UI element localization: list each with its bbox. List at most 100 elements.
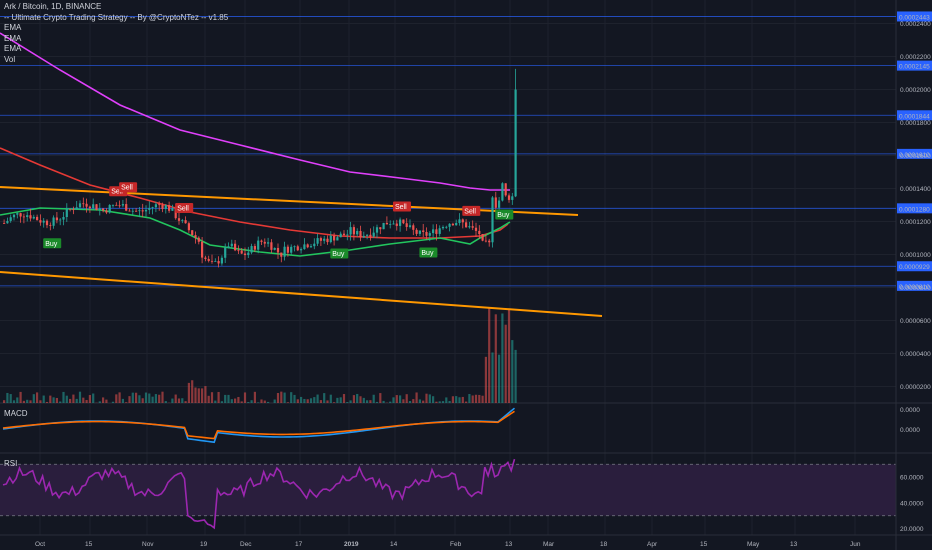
symbol-title[interactable]: Ark / Bitcoin, 1D, BINANCE: [4, 2, 228, 13]
candle-body: [32, 216, 35, 219]
candle-body: [342, 233, 346, 236]
volume-bar: [171, 398, 174, 403]
candle-body: [267, 242, 270, 244]
chart-canvas[interactable]: 0.00024430.00021450.00018440.00016100.00…: [0, 0, 932, 550]
macd-pane-title[interactable]: MACD: [4, 409, 28, 418]
price-tick-label: 0.0002200: [900, 54, 931, 61]
candle-body: [356, 230, 359, 235]
rsi-pane-title[interactable]: RSI: [4, 459, 17, 468]
volume-bar: [65, 395, 68, 403]
volume-bar: [39, 400, 42, 403]
candle-body: [491, 197, 494, 243]
volume-bar: [455, 396, 458, 403]
price-tick-label: 0.0001200: [900, 219, 931, 226]
strategy-label[interactable]: -- Ultimate Crypto Trading Strategy -- B…: [4, 13, 228, 24]
volume-bar: [243, 392, 247, 403]
volume-bar: [184, 401, 187, 403]
volume-bar: [290, 392, 293, 403]
price-tick-label: 0.0001400: [900, 186, 931, 193]
signal-label: Buy: [497, 212, 510, 219]
volume-bar: [280, 391, 283, 403]
candle-body: [125, 204, 128, 211]
candle-body: [425, 231, 428, 236]
volume-bar: [458, 397, 461, 403]
volume-bar: [161, 391, 164, 403]
candle-body: [138, 210, 141, 212]
candle-body: [405, 223, 408, 227]
candle-body: [62, 217, 65, 220]
candle-body: [379, 227, 382, 230]
volume-bar: [128, 396, 131, 403]
candle-body: [468, 226, 471, 228]
candle-body: [230, 243, 233, 247]
volume-bar: [42, 395, 45, 403]
volume-bar: [131, 392, 134, 403]
sell-signal: Sell: [119, 182, 138, 193]
candle-body: [283, 246, 286, 257]
candle-body: [392, 223, 395, 225]
candle-body: [105, 210, 108, 213]
volume-bar: [336, 397, 339, 403]
indicator-ema-2[interactable]: EMA: [4, 34, 228, 45]
candle-body: [72, 209, 75, 211]
x-tick-label: 15: [700, 541, 708, 548]
candle-body: [65, 208, 68, 218]
volume-bar: [300, 396, 303, 403]
volume-bar: [22, 400, 25, 403]
level-label: 0.0000929: [899, 264, 930, 271]
candle-body: [382, 222, 385, 230]
candle-body: [412, 225, 415, 230]
x-tick-label: May: [747, 541, 760, 548]
volume-bar: [286, 402, 289, 403]
volume-bar: [425, 393, 428, 403]
candle-body: [164, 205, 167, 210]
candle-body: [366, 234, 369, 236]
candle-body: [115, 204, 118, 206]
volume-bar: [148, 393, 151, 403]
indicator-ema-1[interactable]: EMA: [4, 23, 228, 34]
volume-bar: [349, 400, 352, 403]
x-tick-label: 13: [790, 541, 798, 548]
candle-body: [306, 244, 309, 248]
volume-bar: [55, 397, 58, 403]
volume-bar: [69, 398, 72, 403]
volume-bar: [141, 398, 144, 403]
volume-bar: [498, 354, 501, 403]
x-tick-label: Mar: [543, 541, 555, 548]
volume-bar: [210, 392, 214, 403]
volume-bar: [412, 399, 415, 403]
x-tick-label: Apr: [647, 541, 658, 548]
indicator-ema-3[interactable]: EMA: [4, 44, 228, 55]
candle-body: [323, 238, 326, 241]
volume-bar: [26, 399, 29, 403]
sell-signal: Sell: [393, 201, 411, 212]
price-tick-label: 0.0000400: [900, 351, 931, 358]
candle-body: [501, 183, 504, 201]
volume-bar: [247, 402, 250, 403]
candle-body: [111, 204, 115, 206]
macd-tick-label: 0.0000: [900, 407, 920, 414]
candle-body: [88, 206, 91, 209]
volume-bar: [214, 400, 217, 403]
candle-body: [158, 204, 161, 206]
candle-body: [98, 208, 101, 210]
candle-body: [26, 215, 29, 218]
volume-bar: [382, 400, 385, 403]
volume-bar: [260, 399, 263, 403]
volume-bar: [16, 397, 19, 403]
volume-bar: [451, 396, 454, 403]
volume-bar: [375, 401, 379, 403]
volume-bar: [303, 398, 306, 403]
candle-body: [184, 220, 187, 224]
volume-bar: [389, 401, 392, 403]
volume-bar: [111, 401, 115, 403]
volume-bar: [217, 391, 220, 403]
candle-body: [29, 215, 32, 219]
indicator-volume[interactable]: Vol: [4, 55, 228, 66]
volume-bar: [323, 393, 326, 403]
volume-bar: [366, 400, 369, 403]
volume-bar: [85, 399, 88, 403]
volume-bar: [257, 402, 260, 403]
candle-body: [300, 249, 303, 251]
signal-label: Buy: [45, 241, 58, 248]
